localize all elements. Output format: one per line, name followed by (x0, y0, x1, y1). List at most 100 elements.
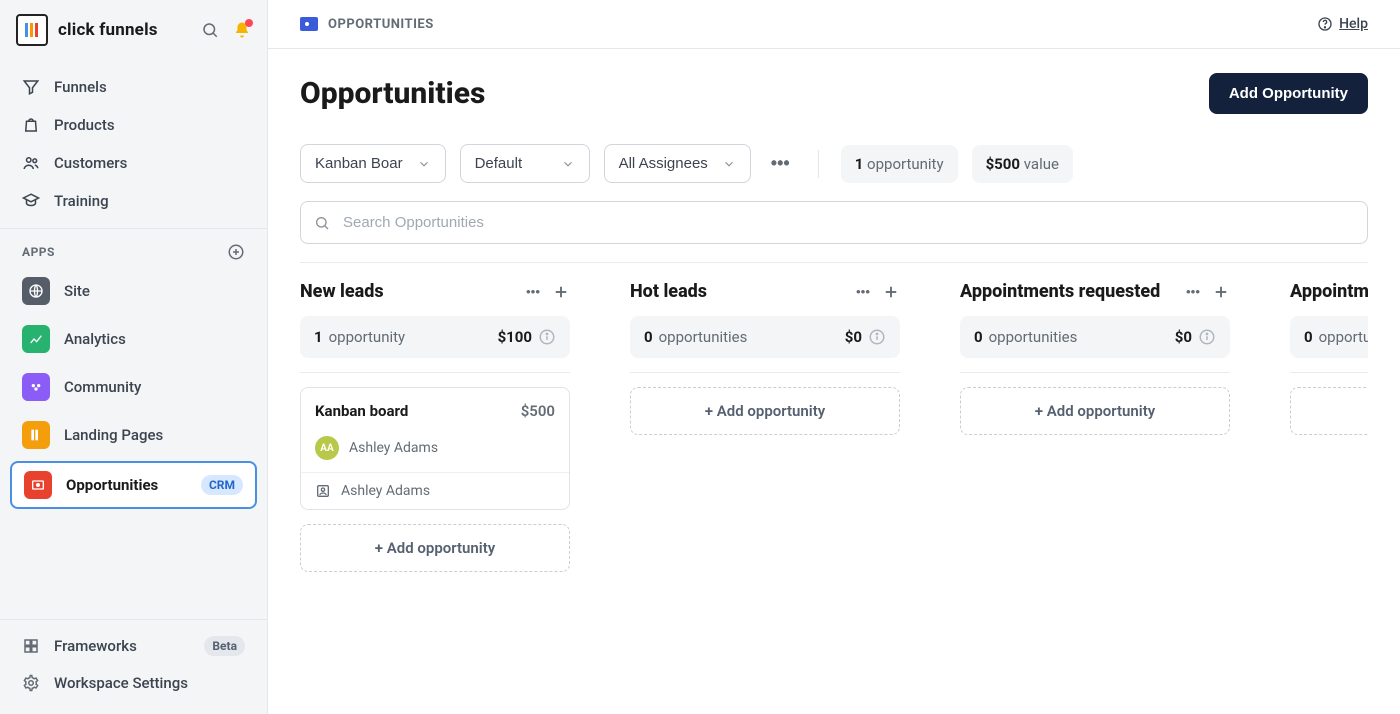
card-title: Kanban board (315, 402, 408, 420)
search-input[interactable] (300, 201, 1368, 244)
info-icon[interactable] (868, 328, 886, 346)
add-opportunity-row[interactable]: + Add opportunity (630, 387, 900, 435)
pages-icon (22, 421, 50, 449)
info-icon[interactable] (1198, 328, 1216, 346)
divider (300, 372, 570, 373)
nav-products[interactable]: Products (10, 106, 257, 144)
card-assignee: Ashley Adams (349, 440, 438, 456)
summary-count: 0 (974, 328, 983, 346)
app-label: Landing Pages (64, 426, 163, 444)
info-icon[interactable] (538, 328, 556, 346)
count-label: opportunity (867, 155, 944, 173)
kanban-board: New leads ••• 1 opportunity $100 Kanban … (300, 262, 1368, 572)
column-add-button[interactable] (1212, 283, 1230, 301)
column-title: Hot leads (630, 281, 707, 302)
app-label: Community (64, 378, 141, 396)
nav-customers[interactable]: Customers (10, 144, 257, 182)
chevron-down-icon (561, 157, 575, 171)
summary-count-label: opportunities (989, 328, 1078, 346)
column-menu-button[interactable]: ••• (526, 284, 540, 299)
column-title: Appointments requested (960, 281, 1160, 302)
column-summary: 0 opportunities $0 (630, 316, 900, 358)
summary-count-label: opportunities (1319, 328, 1368, 346)
app-label: Site (64, 282, 90, 300)
more-filters-button[interactable]: ••• (765, 147, 796, 180)
view-select-label: Kanban Boar (315, 155, 403, 172)
divider (1290, 372, 1368, 373)
search-icon (314, 215, 330, 231)
column-title: New leads (300, 281, 384, 302)
column-menu-button[interactable]: ••• (856, 284, 870, 299)
value-pill: $500 value (972, 145, 1073, 183)
apps-header-label: APPS (22, 245, 55, 259)
kanban-column-new-leads: New leads ••• 1 opportunity $100 Kanban … (300, 281, 570, 572)
column-summary: 0 opportunities $0 (960, 316, 1230, 358)
view-select[interactable]: Kanban Boar (300, 144, 446, 183)
chart-icon (22, 325, 50, 353)
nav-label: Customers (54, 154, 127, 172)
column-add-button[interactable] (882, 283, 900, 301)
divider (630, 372, 900, 373)
column-menu-button[interactable]: ••• (1186, 284, 1200, 299)
notification-dot-icon (245, 19, 253, 27)
app-community[interactable]: Community (10, 365, 257, 409)
nav-funnels[interactable]: Funnels (10, 68, 257, 106)
app-label: Analytics (64, 330, 126, 348)
app-label: Opportunities (66, 476, 158, 494)
globe-icon (22, 277, 50, 305)
column-add-button[interactable] (552, 283, 570, 301)
community-icon (22, 373, 50, 401)
card-contact: Ashley Adams (341, 483, 430, 499)
opportunities-breadcrumb-icon (300, 17, 318, 31)
summary-value: $100 (498, 328, 532, 346)
add-opportunity-button[interactable]: Add Opportunity (1209, 73, 1368, 114)
sidebar: click funnels Funnels Products Customers (0, 0, 268, 714)
preset-select-label: Default (475, 155, 523, 172)
nav-frameworks[interactable]: Frameworks Beta (10, 628, 257, 664)
divider (818, 150, 819, 178)
summary-count: 1 (314, 328, 323, 346)
breadcrumb: OPPORTUNITIES (300, 17, 434, 32)
assignee-select[interactable]: All Assignees (604, 144, 751, 183)
beta-badge: Beta (204, 636, 245, 656)
notifications-icon[interactable] (233, 21, 251, 39)
sidebar-bottom: Frameworks Beta Workspace Settings (0, 619, 267, 714)
count-number: 1 (855, 155, 864, 173)
nav-label: Products (54, 116, 115, 134)
column-summary: 0 opportunities (1290, 316, 1368, 358)
nav-label: Frameworks (54, 637, 137, 655)
sidebar-header: click funnels (0, 0, 267, 60)
nav-label: Training (54, 192, 109, 210)
add-app-button[interactable] (227, 243, 245, 261)
add-opportunity-row[interactable]: + Add opportunity (960, 387, 1230, 435)
topbar: OPPORTUNITIES Help (268, 0, 1400, 49)
users-icon (22, 154, 40, 172)
summary-value: $0 (845, 328, 862, 346)
search-wrap (300, 201, 1368, 244)
help-link[interactable]: Help (1317, 16, 1368, 32)
filter-bar: Kanban Boar Default All Assignees ••• 1 … (300, 144, 1368, 183)
value-label: value (1024, 155, 1059, 173)
summary-count-label: opportunity (329, 328, 406, 346)
app-opportunities[interactable]: Opportunities CRM (10, 461, 257, 509)
nav-training[interactable]: Training (10, 182, 257, 220)
page-title: Opportunities (300, 76, 485, 111)
add-opportunity-row[interactable]: + Add opp (1290, 387, 1368, 435)
summary-count-label: opportunities (659, 328, 748, 346)
app-site[interactable]: Site (10, 269, 257, 313)
avatar: AA (315, 436, 339, 460)
gear-icon (22, 674, 40, 692)
search-icon[interactable] (201, 21, 219, 39)
add-opportunity-row[interactable]: + Add opportunity (300, 524, 570, 572)
preset-select[interactable]: Default (460, 144, 590, 183)
app-analytics[interactable]: Analytics (10, 317, 257, 361)
help-label: Help (1339, 16, 1368, 32)
primary-nav: Funnels Products Customers Training (0, 60, 267, 228)
divider (960, 372, 1230, 373)
app-landing-pages[interactable]: Landing Pages (10, 413, 257, 457)
nav-workspace-settings[interactable]: Workspace Settings (10, 666, 257, 700)
summary-count: 0 (1304, 328, 1313, 346)
card-value: $500 (521, 402, 555, 420)
opportunity-card[interactable]: Kanban board $500 AA Ashley Adams Ashley… (300, 387, 570, 510)
main: OPPORTUNITIES Help Opportunities Add Opp… (268, 0, 1400, 714)
